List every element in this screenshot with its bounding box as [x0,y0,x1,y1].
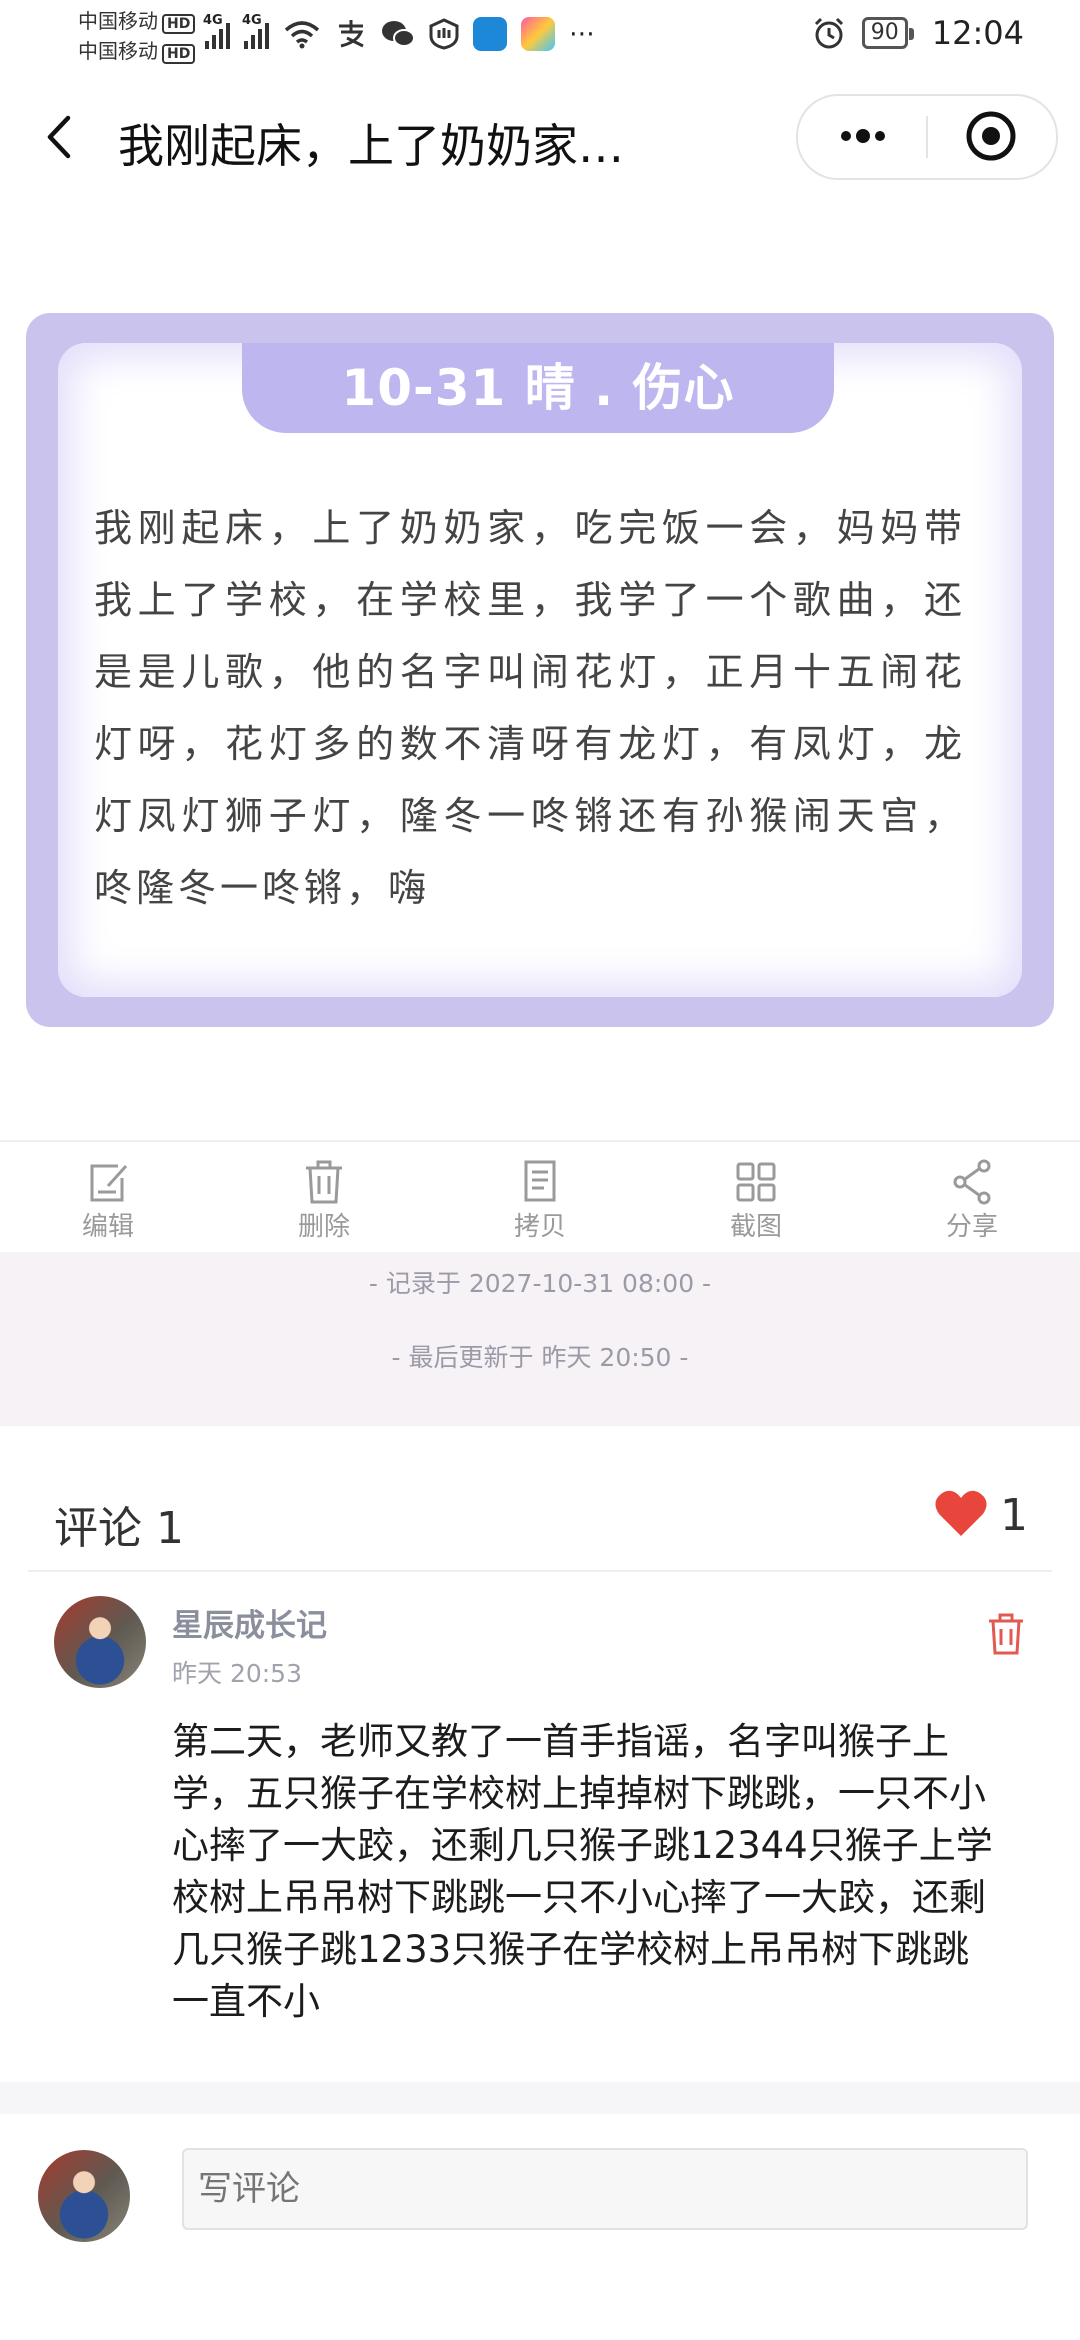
action-toolbar: 编辑 删除 拷贝 截图 分享 [0,1140,1080,1254]
hd-badge: HD [162,14,196,34]
screenshot-button[interactable]: 截图 [648,1142,864,1254]
edit-label: 编辑 [81,1212,134,1242]
avatar [38,2150,130,2242]
carrier-2: 中国移动 [78,39,158,63]
carrier-1: 中国移动 [78,9,158,33]
comments-header: 评论 1 1 [0,1440,1080,1570]
alarm-icon [814,17,843,49]
comment-text: 第二天，老师又教了一首手指谣，名字叫猴子上学，五只猴子在学校树上掉掉树下跳跳，一… [172,1720,993,2023]
miniprogram-capsule [796,94,1058,180]
diary-heading: 10-31 晴 . 伤心 [242,343,834,433]
battery-indicator: 90 [861,17,914,49]
comment-composer [0,2114,1080,2340]
wifi-icon [284,21,320,49]
status-right: 90 12:04 [812,14,1024,52]
delete-comment-icon[interactable] [986,1612,1026,1656]
record-meta: - 记录于 2027-10-31 08:00 - - 最后更新于 昨天 20:5… [0,1252,1080,1426]
delete-button[interactable]: 删除 [216,1142,432,1254]
screenshot-label: 截图 [729,1212,782,1242]
alipay-icon [339,20,364,48]
status-bar: 中国移动 HD 中国移动 HD 4G 4G ⋯ 90 12:04 [0,0,1080,75]
carrier-info: 中国移动 HD 中国移动 HD [78,6,196,66]
recorded-time: - 记录于 2027-10-31 08:00 - [368,1269,712,1298]
divider [28,1570,1052,1572]
nav-bar: 我刚起床，上了奶奶家… [0,90,1080,186]
share-button[interactable]: 分享 [864,1142,1080,1254]
like-count: 1 [1000,1490,1028,1541]
updated-time: - 最后更新于 昨天 20:50 - [391,1343,689,1372]
close-miniprogram-icon[interactable] [956,106,1026,166]
trash-icon [306,1160,342,1204]
shield-app-icon [429,18,459,50]
clock: 12:04 [931,14,1024,52]
comment-author[interactable]: 星辰成长记 [172,1600,327,1645]
weather-app-icon [473,17,507,51]
copy-icon [524,1160,556,1202]
color-app-icon [521,17,555,51]
copy-button[interactable]: 拷贝 [432,1142,648,1254]
wechat-icon [382,21,415,47]
delete-label: 删除 [297,1212,350,1242]
heart-icon[interactable] [934,1488,988,1538]
comments-title: 评论 1 [54,1503,184,1554]
status-icons: 4G 4G ⋯ [203,13,595,54]
diary-body: 我刚起床，上了奶奶家，吃完饭一会，妈妈带我上了学校，在学校里，我学了一个歌曲，还… [94,506,966,910]
edit-icon [90,1164,128,1202]
edit-button[interactable]: 编辑 [0,1142,216,1254]
grid-icon [736,1162,776,1202]
comment-time: 昨天 20:53 [172,1659,302,1688]
back-icon[interactable] [40,112,80,162]
copy-label: 拷贝 [513,1212,566,1242]
share-label: 分享 [945,1212,998,1242]
comment-input[interactable] [182,2148,1028,2230]
signal-icon: 4G [242,13,269,49]
capsule-divider [926,116,928,158]
signal-icon: 4G [203,13,230,49]
hd-badge: HD [162,44,196,64]
more-notifications-icon: ⋯ [569,19,595,49]
avatar[interactable] [54,1596,146,1688]
section-gap [0,2082,1080,2114]
page-title: 我刚起床，上了奶奶家… [118,119,624,173]
more-options-icon[interactable] [828,106,898,166]
share-icon [953,1159,991,1205]
